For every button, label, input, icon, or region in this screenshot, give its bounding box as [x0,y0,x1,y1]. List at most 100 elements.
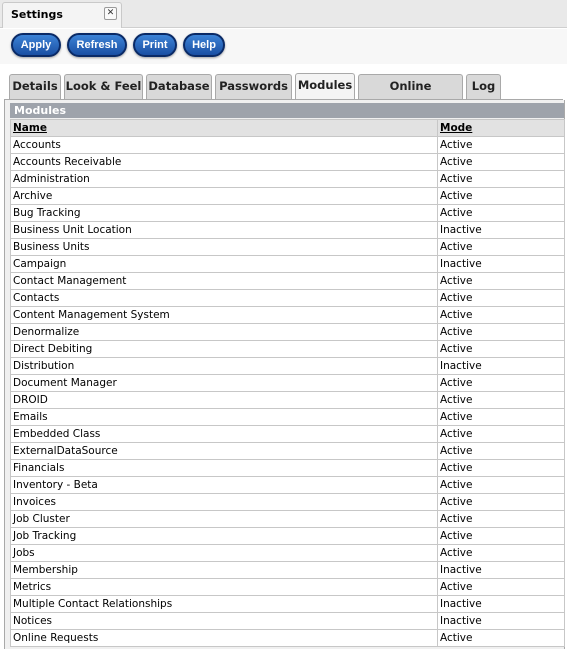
tab-log[interactable]: Log [466,74,501,99]
close-icon[interactable]: ✕ [104,7,117,20]
module-mode-cell[interactable]: Active [437,476,565,494]
table-row[interactable]: Distribution Inactive [10,357,565,375]
table-row[interactable]: DROID Active [10,391,565,409]
module-mode-cell[interactable]: Active [437,306,565,324]
table-row[interactable]: Invoices Active [10,493,565,511]
module-mode-cell[interactable]: Active [437,374,565,392]
module-mode-cell[interactable]: Inactive [437,595,565,613]
module-mode-cell[interactable]: Active [437,204,565,222]
settings-window-tab[interactable]: Settings ✕ [2,2,122,28]
module-name-cell[interactable]: Metrics [10,578,438,596]
table-row[interactable]: Job Tracking Active [10,527,565,545]
module-name-cell[interactable]: Contacts [10,289,438,307]
module-mode-cell[interactable]: Active [437,408,565,426]
module-name-cell[interactable]: Document Manager [10,374,438,392]
module-name-cell[interactable]: Financials [10,459,438,477]
module-name-cell[interactable]: DROID [10,391,438,409]
table-row[interactable]: Membership Inactive [10,561,565,579]
table-row[interactable]: Business Unit Location Inactive [10,221,565,239]
module-name-cell[interactable]: Online Requests [10,629,438,647]
module-name-cell[interactable]: Distribution [10,357,438,375]
module-mode-cell[interactable]: Active [437,391,565,409]
module-mode-cell[interactable]: Active [437,527,565,545]
table-row[interactable]: ExternalDataSource Active [10,442,565,460]
module-name-cell[interactable]: Emails [10,408,438,426]
table-row[interactable]: Embedded Class Active [10,425,565,443]
table-row[interactable]: Denormalize Active [10,323,565,341]
module-mode-cell[interactable]: Inactive [437,612,565,630]
module-name-cell[interactable]: Accounts [10,136,438,154]
module-mode-cell[interactable]: Active [437,544,565,562]
module-name-cell[interactable]: Business Units [10,238,438,256]
module-name-cell[interactable]: Invoices [10,493,438,511]
module-mode-cell[interactable]: Active [437,425,565,443]
table-row[interactable]: Emails Active [10,408,565,426]
module-mode-cell[interactable]: Active [437,238,565,256]
module-mode-cell[interactable]: Inactive [437,221,565,239]
module-mode-cell[interactable]: Active [437,510,565,528]
module-mode-cell[interactable]: Active [437,170,565,188]
table-row[interactable]: Direct Debiting Active [10,340,565,358]
table-row[interactable]: Accounts Active [10,136,565,154]
module-name-cell[interactable]: Job Tracking [10,527,438,545]
table-row[interactable]: Contact Management Active [10,272,565,290]
table-row[interactable]: Online Requests Active [10,629,565,647]
table-row[interactable]: Job Cluster Active [10,510,565,528]
module-name-cell[interactable]: Inventory - Beta [10,476,438,494]
table-row[interactable]: Campaign Inactive [10,255,565,273]
table-row[interactable]: Inventory - Beta Active [10,476,565,494]
module-mode-cell[interactable]: Active [437,187,565,205]
module-name-cell[interactable]: Bug Tracking [10,204,438,222]
table-row[interactable]: Archive Active [10,187,565,205]
table-row[interactable]: Administration Active [10,170,565,188]
module-mode-cell[interactable]: Active [437,153,565,171]
module-mode-cell[interactable]: Active [437,136,565,154]
module-name-cell[interactable]: Contact Management [10,272,438,290]
module-mode-cell[interactable]: Inactive [437,357,565,375]
module-mode-cell[interactable]: Active [437,323,565,341]
module-mode-cell[interactable]: Active [437,340,565,358]
apply-button[interactable]: Apply [11,33,61,57]
module-name-cell[interactable]: Direct Debiting [10,340,438,358]
module-mode-cell[interactable]: Inactive [437,255,565,273]
table-row[interactable]: Accounts Receivable Active [10,153,565,171]
module-mode-cell[interactable]: Inactive [437,561,565,579]
module-mode-cell[interactable]: Active [437,459,565,477]
module-name-cell[interactable]: Campaign [10,255,438,273]
table-row[interactable]: Financials Active [10,459,565,477]
module-name-cell[interactable]: Administration [10,170,438,188]
table-row[interactable]: Contacts Active [10,289,565,307]
module-mode-cell[interactable]: Active [437,493,565,511]
table-row[interactable]: Content Management System Active [10,306,565,324]
table-row[interactable]: Business Units Active [10,238,565,256]
tab-details[interactable]: Details [9,74,61,99]
tab-modules[interactable]: Modules [295,73,355,100]
mode-column-header[interactable]: Mode [437,119,565,137]
module-mode-cell[interactable]: Active [437,442,565,460]
table-row[interactable]: Metrics Active [10,578,565,596]
table-row[interactable]: Document Manager Active [10,374,565,392]
tab-database[interactable]: Database [146,74,212,99]
module-name-cell[interactable]: Accounts Receivable [10,153,438,171]
module-mode-cell[interactable]: Active [437,289,565,307]
tab-online-requests[interactable]: Online Requests [358,74,463,116]
table-row[interactable]: Multiple Contact Relationships Inactive [10,595,565,613]
module-name-cell[interactable]: Notices [10,612,438,630]
module-name-cell[interactable]: ExternalDataSource [10,442,438,460]
module-name-cell[interactable]: Archive [10,187,438,205]
table-row[interactable]: Bug Tracking Active [10,204,565,222]
module-name-cell[interactable]: Multiple Contact Relationships [10,595,438,613]
module-name-cell[interactable]: Membership [10,561,438,579]
module-mode-cell[interactable]: Active [437,578,565,596]
refresh-button[interactable]: Refresh [67,33,127,57]
module-name-cell[interactable]: Embedded Class [10,425,438,443]
module-name-cell[interactable]: Content Management System [10,306,438,324]
module-name-cell[interactable]: Business Unit Location [10,221,438,239]
table-row[interactable]: Notices Inactive [10,612,565,630]
help-button[interactable]: Help [183,33,225,57]
module-name-cell[interactable]: Job Cluster [10,510,438,528]
module-name-cell[interactable]: Denormalize [10,323,438,341]
print-button[interactable]: Print [133,33,177,57]
module-name-cell[interactable]: Jobs [10,544,438,562]
tab-passwords[interactable]: Passwords [215,74,292,99]
